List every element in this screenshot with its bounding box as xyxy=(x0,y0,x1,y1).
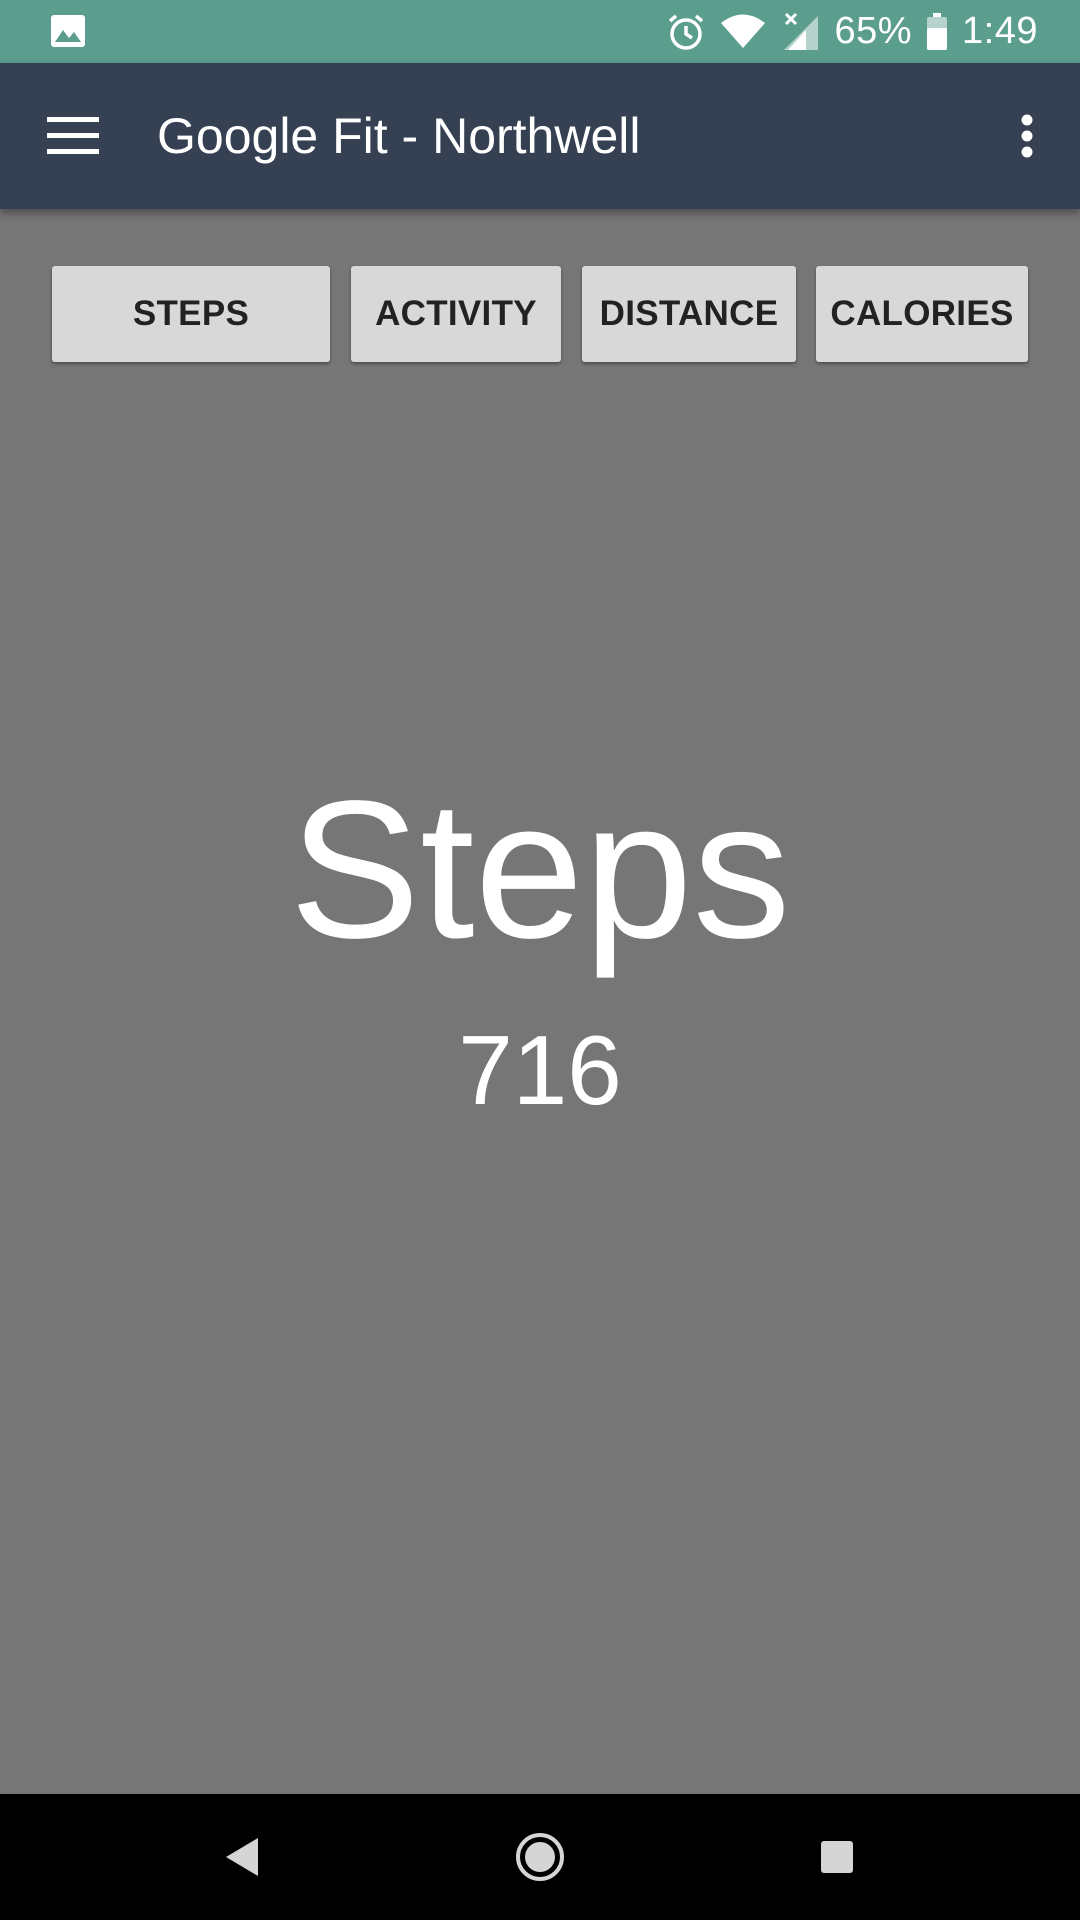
hamburger-menu-icon[interactable] xyxy=(32,103,114,169)
home-icon[interactable] xyxy=(503,1820,577,1894)
metric-title: Steps xyxy=(289,760,791,979)
metric-value: 716 xyxy=(458,1015,622,1125)
gallery-icon xyxy=(50,14,86,48)
more-vert-icon[interactable] xyxy=(994,103,1060,169)
app-bar: Google Fit - Northwell xyxy=(0,63,1080,209)
status-time: 1:49 xyxy=(962,10,1038,52)
status-bar: 65% 1:49 xyxy=(0,0,1080,63)
status-icons: 65% 1:49 xyxy=(666,0,1038,63)
cell-signal-icon xyxy=(780,12,820,52)
recents-icon[interactable] xyxy=(800,1820,874,1894)
back-icon[interactable] xyxy=(205,1820,279,1894)
steps-button[interactable]: STEPS xyxy=(52,266,330,362)
screen: 65% 1:49 Google Fit - Northwell STEPS AC… xyxy=(0,0,1080,1920)
navigation-bar xyxy=(0,1794,1080,1920)
app-title: Google Fit - Northwell xyxy=(157,108,641,164)
activity-button[interactable]: ACTIVITY xyxy=(351,266,561,362)
battery-percent: 65% xyxy=(834,10,913,52)
wifi-icon xyxy=(720,14,766,50)
alarm-icon xyxy=(666,12,706,52)
battery-icon xyxy=(926,12,948,51)
calories-button[interactable]: CALORIES xyxy=(816,266,1028,362)
distance-button[interactable]: DISTANCE xyxy=(582,266,796,362)
